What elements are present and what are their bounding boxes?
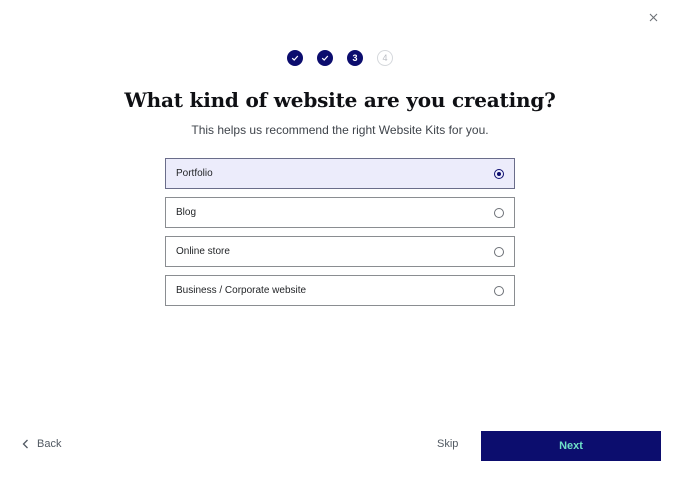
close-button[interactable]: [646, 10, 660, 24]
next-button[interactable]: Next: [481, 431, 661, 461]
option-label: Portfolio: [176, 168, 213, 179]
option-portfolio[interactable]: Portfolio: [165, 158, 515, 189]
step-3: 3: [347, 50, 363, 66]
progress-stepper: 3 4: [0, 50, 680, 66]
step-3-number: 3: [352, 53, 358, 63]
step-4: 4: [377, 50, 393, 66]
back-label: Back: [37, 438, 62, 450]
option-online-store[interactable]: Online store: [165, 236, 515, 267]
radio-dot: [497, 171, 501, 176]
website-type-options: Portfolio Blog Online store Business / C…: [165, 158, 515, 314]
close-icon: [649, 13, 657, 21]
radio-button[interactable]: [494, 207, 504, 218]
option-label: Business / Corporate website: [176, 285, 307, 296]
page-subtitle: This helps us recommend the right Websit…: [191, 123, 489, 137]
next-label: Next: [559, 440, 583, 452]
step-1: [287, 50, 303, 66]
option-business-corporate[interactable]: Business / Corporate website: [165, 275, 515, 306]
step-4-number: 4: [382, 53, 388, 63]
back-button[interactable]: Back: [22, 438, 61, 450]
page-title: What kind of website are you creating?: [124, 88, 556, 112]
skip-button[interactable]: Skip: [437, 438, 458, 450]
radio-button[interactable]: [494, 285, 504, 296]
step-2: [317, 50, 333, 66]
chevron-left-icon: [22, 439, 28, 449]
option-blog[interactable]: Blog: [165, 197, 515, 228]
checkmark-icon: [291, 55, 299, 61]
checkmark-icon: [321, 55, 329, 61]
option-label: Blog: [176, 207, 197, 218]
radio-button[interactable]: [494, 246, 504, 257]
option-label: Online store: [176, 246, 230, 257]
radio-button-selected[interactable]: [494, 168, 504, 179]
